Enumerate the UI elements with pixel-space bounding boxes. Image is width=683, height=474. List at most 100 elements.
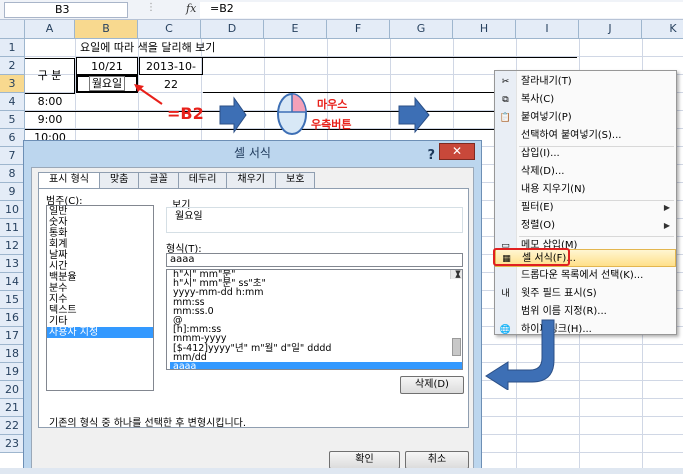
column-header-e[interactable]: E xyxy=(264,20,327,39)
row-header-2[interactable]: 2 xyxy=(0,57,25,75)
context-menu-label: 정렬(O) xyxy=(521,220,556,231)
column-header-k[interactable]: K xyxy=(642,20,683,39)
type-item[interactable]: mm/dd xyxy=(170,352,462,362)
row-header-17[interactable]: 17 xyxy=(0,327,25,345)
cell-a5[interactable]: 9:00 xyxy=(25,111,75,129)
type-list-scrollbar[interactable]: ▲ ▼ xyxy=(450,270,462,356)
category-item[interactable]: 날짜 xyxy=(47,250,153,261)
help-button[interactable]: ? xyxy=(427,144,435,168)
column-header-f[interactable]: F xyxy=(327,20,390,39)
column-header-d[interactable]: D xyxy=(201,20,264,39)
context-menu-item[interactable]: 필터(E) ▶ xyxy=(495,199,676,217)
row-header-12[interactable]: 12 xyxy=(0,237,25,255)
row-header-15[interactable]: 15 xyxy=(0,291,25,309)
category-item[interactable]: 분수 xyxy=(47,283,153,294)
row-header-23[interactable]: 23 xyxy=(0,435,25,453)
row-header-1[interactable]: 1 xyxy=(0,39,25,57)
column-header-a[interactable]: A xyxy=(25,20,75,39)
tab-5[interactable]: 보호 xyxy=(275,172,316,188)
row-header-20[interactable]: 20 xyxy=(0,381,25,399)
close-button[interactable]: ✕ xyxy=(439,143,475,160)
cell-a4[interactable]: 8:00 xyxy=(25,93,75,111)
scroll-thumb[interactable] xyxy=(452,338,461,356)
category-item[interactable]: 숫자 xyxy=(47,217,153,228)
category-item[interactable]: 백분율 xyxy=(47,272,153,283)
row-header-16[interactable]: 16 xyxy=(0,309,25,327)
row-header-22[interactable]: 22 xyxy=(0,417,25,435)
category-item[interactable]: 시간 xyxy=(47,261,153,272)
name-box[interactable]: B3 xyxy=(4,2,128,18)
sample-preview: 월요일 xyxy=(166,207,463,233)
column-header-j[interactable]: J xyxy=(579,20,642,39)
cell-c2[interactable]: 2013-10-22 xyxy=(139,57,203,91)
context-menu-item[interactable]: 삭제(D)... xyxy=(495,163,676,181)
paste-icon: 📋 xyxy=(499,113,512,123)
context-menu-item[interactable]: 정렬(O) ▶ xyxy=(495,217,676,235)
context-menu-item[interactable]: ✂ 잘라내기(T) xyxy=(495,73,676,91)
cancel-button[interactable]: 취소 xyxy=(405,451,469,469)
row-header-10[interactable]: 10 xyxy=(0,201,25,219)
context-menu-item[interactable]: ⧉ 복사(C) xyxy=(495,91,676,109)
context-menu-item[interactable]: 드롭다운 목록에서 선택(K)... xyxy=(495,267,676,285)
row-header-19[interactable]: 19 xyxy=(0,363,25,381)
right-arrow-icon xyxy=(219,96,247,134)
highlight-frame xyxy=(493,248,570,266)
row-header-14[interactable]: 14 xyxy=(0,273,25,291)
category-item[interactable]: 통화 xyxy=(47,228,153,239)
type-item[interactable]: [$-412]yyyy"년" m"월" d"일" dddd xyxy=(170,343,462,353)
type-item[interactable]: aaaa xyxy=(170,362,462,369)
type-item[interactable]: yyyy-mm-dd h:mm xyxy=(170,288,462,298)
category-item[interactable]: 사용자 지정 xyxy=(47,327,153,338)
dialog-tabs: 표시 형식 맞춤 글꼴 테두리 채우기 보호 xyxy=(38,172,316,189)
cell-b3-selected[interactable]: 월요일 xyxy=(76,75,138,93)
column-header-h[interactable]: H xyxy=(453,20,516,39)
insert-function-icon[interactable]: fx xyxy=(186,2,196,15)
row-header-6[interactable]: 6 xyxy=(0,129,25,147)
scroll-down-icon[interactable]: ▼ xyxy=(451,270,462,279)
row-header-8[interactable]: 8 xyxy=(0,165,25,183)
ok-button[interactable]: 확인 xyxy=(329,451,400,469)
type-input[interactable]: aaaa xyxy=(166,253,463,267)
tab-0[interactable]: 표시 형식 xyxy=(38,172,100,189)
context-menu-item[interactable]: 선택하여 붙여넣기(S)... xyxy=(495,127,676,145)
row-header-9[interactable]: 9 xyxy=(0,183,25,201)
tab-3[interactable]: 테두리 xyxy=(177,172,228,188)
formula-input[interactable]: =B2 xyxy=(200,2,683,18)
row-header-4[interactable]: 4 xyxy=(0,93,25,111)
column-header-g[interactable]: G xyxy=(390,20,453,39)
tab-2[interactable]: 글꼴 xyxy=(138,172,179,188)
category-item[interactable]: 기타 xyxy=(47,316,153,327)
type-list[interactable]: h"시" mm"분" h"시" mm"분" ss"초" yyyy-mm-dd h:m… xyxy=(166,269,463,370)
column-header-i[interactable]: I xyxy=(516,20,579,39)
delete-button[interactable]: 삭제(D) xyxy=(400,376,464,394)
cell-a2[interactable]: 구 분 xyxy=(25,58,75,94)
category-item[interactable]: 지수 xyxy=(47,294,153,305)
context-menu-item[interactable]: 내 윗주 필드 표시(S) xyxy=(495,285,676,303)
context-menu-item[interactable]: 📋 붙여넣기(P) xyxy=(495,109,676,127)
context-menu-item[interactable]: 삽입(I)... xyxy=(495,145,676,163)
row-header-21[interactable]: 21 xyxy=(0,399,25,417)
row-header-3[interactable]: 3 xyxy=(0,75,25,93)
category-item[interactable]: 텍스트 xyxy=(47,305,153,316)
type-item[interactable]: mm:ss.0 xyxy=(170,306,462,316)
column-header-c[interactable]: C xyxy=(138,20,201,39)
category-item[interactable]: 회계 xyxy=(47,239,153,250)
cell-b2[interactable]: 10/21 xyxy=(76,57,138,75)
category-item[interactable]: 일반 xyxy=(47,206,153,217)
sheet-tab-bar[interactable] xyxy=(0,468,683,474)
column-header-b[interactable]: B xyxy=(75,20,138,39)
row-header-7[interactable]: 7 xyxy=(0,147,25,165)
row-header-11[interactable]: 11 xyxy=(0,219,25,237)
type-item[interactable]: mm:ss xyxy=(170,297,462,307)
tab-4[interactable]: 채우기 xyxy=(226,172,277,188)
tab-1[interactable]: 맞춤 xyxy=(98,172,140,188)
row-header-18[interactable]: 18 xyxy=(0,345,25,363)
red-pointer-arrow-icon xyxy=(134,84,163,105)
context-menu-item[interactable]: 내용 지우기(N) xyxy=(495,181,676,199)
row-header-13[interactable]: 13 xyxy=(0,255,25,273)
select-all-corner[interactable] xyxy=(0,20,25,39)
cell-b1[interactable]: 요일에 따라 색을 달리해 보기 xyxy=(80,39,215,57)
row-header-5[interactable]: 5 xyxy=(0,111,25,129)
category-list[interactable]: 일반 숫자 통화 회계 날짜 시간 백분율 분수 지수 텍스트 기타 사용자 지정 xyxy=(46,205,154,391)
context-menu-label: 범위 이름 지정(R)... xyxy=(521,306,607,317)
